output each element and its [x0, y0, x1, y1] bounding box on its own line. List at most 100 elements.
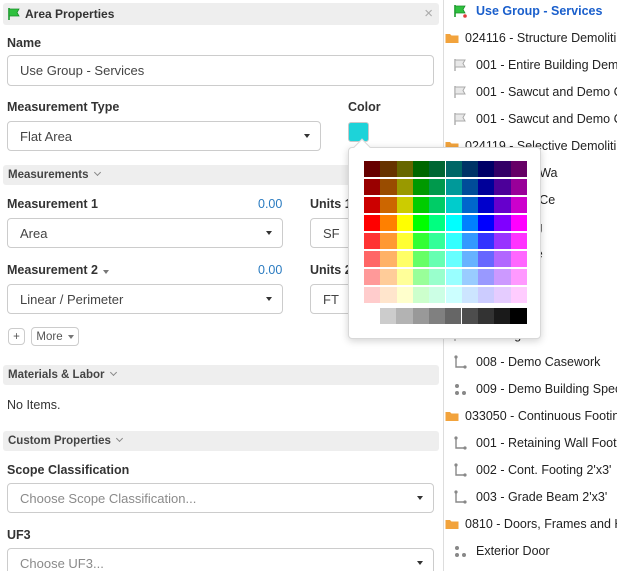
color-cell[interactable]: [445, 287, 462, 303]
measurement1-select[interactable]: Area: [7, 218, 283, 248]
color-cell[interactable]: [364, 197, 381, 213]
name-input[interactable]: Use Group - Services: [7, 55, 434, 86]
gray-color-cell[interactable]: [380, 308, 397, 324]
color-cell[interactable]: [412, 179, 430, 195]
color-cell[interactable]: [510, 251, 527, 267]
color-cell[interactable]: [510, 179, 527, 195]
color-cell[interactable]: [396, 215, 413, 231]
color-cell[interactable]: [461, 269, 479, 285]
color-cell[interactable]: [429, 161, 446, 177]
uf3-select[interactable]: Choose UF3...: [7, 548, 434, 571]
gray-color-cell[interactable]: [461, 308, 478, 324]
color-cell[interactable]: [429, 287, 446, 303]
color-cell[interactable]: [461, 233, 479, 249]
materials-section-header[interactable]: Materials & Labor: [3, 365, 439, 385]
color-cell[interactable]: [478, 161, 495, 177]
tree-item[interactable]: Use Group - Services: [444, 0, 617, 25]
color-cell[interactable]: [380, 215, 397, 231]
color-cell[interactable]: [396, 179, 413, 195]
color-cell[interactable]: [364, 251, 381, 267]
color-cell[interactable]: [412, 215, 430, 231]
tree-item[interactable]: 001 - Sawcut and Demo C: [444, 79, 617, 106]
color-cell[interactable]: [380, 161, 397, 177]
color-cell[interactable]: [396, 233, 413, 249]
tree-item[interactable]: 003 - Grade Beam 2'x3': [444, 484, 617, 511]
color-cell[interactable]: [380, 287, 397, 303]
color-cell[interactable]: [364, 287, 381, 303]
tree-item[interactable]: 0810 - Doors, Frames and H: [444, 511, 617, 538]
color-cell[interactable]: [478, 269, 495, 285]
color-cell[interactable]: [429, 197, 446, 213]
color-cell[interactable]: [429, 179, 446, 195]
color-cell[interactable]: [429, 233, 446, 249]
color-cell[interactable]: [445, 197, 462, 213]
color-cell[interactable]: [445, 233, 462, 249]
add-button[interactable]: +: [8, 328, 25, 345]
color-cell[interactable]: [461, 215, 479, 231]
color-cell[interactable]: [364, 215, 381, 231]
color-cell[interactable]: [445, 179, 462, 195]
color-cell[interactable]: [412, 269, 430, 285]
tree-item[interactable]: 001 - Sawcut and Demo C: [444, 106, 617, 133]
color-cell[interactable]: [396, 287, 413, 303]
measurement-type-select[interactable]: Flat Area: [7, 121, 321, 151]
color-cell[interactable]: [380, 179, 397, 195]
color-cell[interactable]: [510, 287, 527, 303]
more-button[interactable]: More: [31, 327, 79, 346]
scope-select[interactable]: Choose Scope Classification...: [7, 483, 434, 513]
color-cell[interactable]: [364, 269, 381, 285]
gray-color-cell[interactable]: [510, 308, 527, 324]
custom-properties-section-header[interactable]: Custom Properties: [3, 431, 439, 451]
color-cell[interactable]: [494, 287, 511, 303]
gray-color-cell[interactable]: [412, 308, 429, 324]
color-cell[interactable]: [478, 287, 495, 303]
color-cell[interactable]: [396, 197, 413, 213]
close-icon[interactable]: ×: [424, 4, 433, 24]
caret-down-icon[interactable]: [103, 270, 110, 274]
color-cell[interactable]: [461, 197, 479, 213]
gray-color-cell[interactable]: [477, 308, 495, 324]
color-cell[interactable]: [461, 287, 479, 303]
color-cell[interactable]: [461, 179, 479, 195]
tree-item[interactable]: 009 - Demo Building Spec: [444, 376, 617, 403]
color-cell[interactable]: [412, 197, 430, 213]
tree-item[interactable]: Exterior Door: [444, 538, 617, 565]
tree-item[interactable]: 002 - Cont. Footing 2'x3': [444, 457, 617, 484]
gray-color-cell[interactable]: [494, 308, 511, 324]
color-cell[interactable]: [380, 269, 397, 285]
color-cell[interactable]: [380, 233, 397, 249]
color-cell[interactable]: [429, 269, 446, 285]
tree-item[interactable]: 001 - Retaining Wall Footi: [444, 430, 617, 457]
gray-color-cell[interactable]: [396, 308, 413, 324]
color-cell[interactable]: [478, 179, 495, 195]
color-cell[interactable]: [364, 233, 381, 249]
color-cell[interactable]: [510, 161, 527, 177]
color-cell[interactable]: [396, 161, 413, 177]
color-cell[interactable]: [429, 215, 446, 231]
color-cell[interactable]: [412, 161, 430, 177]
measurement2-select[interactable]: Linear / Perimeter: [7, 284, 283, 314]
color-cell[interactable]: [478, 233, 495, 249]
tree-item[interactable]: 008 - Demo Casework: [444, 349, 617, 376]
color-cell[interactable]: [494, 269, 511, 285]
tree-item[interactable]: 024116 - Structure Demoliti: [444, 25, 617, 52]
color-cell[interactable]: [412, 233, 430, 249]
color-cell[interactable]: [380, 197, 397, 213]
color-cell[interactable]: [510, 269, 527, 285]
gray-color-cell[interactable]: [428, 308, 446, 324]
color-cell[interactable]: [478, 197, 495, 213]
color-cell[interactable]: [461, 251, 479, 267]
color-cell[interactable]: [494, 233, 511, 249]
color-cell[interactable]: [510, 215, 527, 231]
color-cell[interactable]: [478, 251, 495, 267]
color-cell[interactable]: [494, 251, 511, 267]
color-cell[interactable]: [494, 197, 511, 213]
color-cell[interactable]: [510, 233, 527, 249]
color-cell[interactable]: [478, 215, 495, 231]
color-cell[interactable]: [510, 197, 527, 213]
color-cell[interactable]: [396, 269, 413, 285]
gray-color-cell[interactable]: [445, 308, 462, 324]
color-cell[interactable]: [364, 161, 381, 177]
color-cell[interactable]: [429, 251, 446, 267]
color-cell[interactable]: [396, 251, 413, 267]
